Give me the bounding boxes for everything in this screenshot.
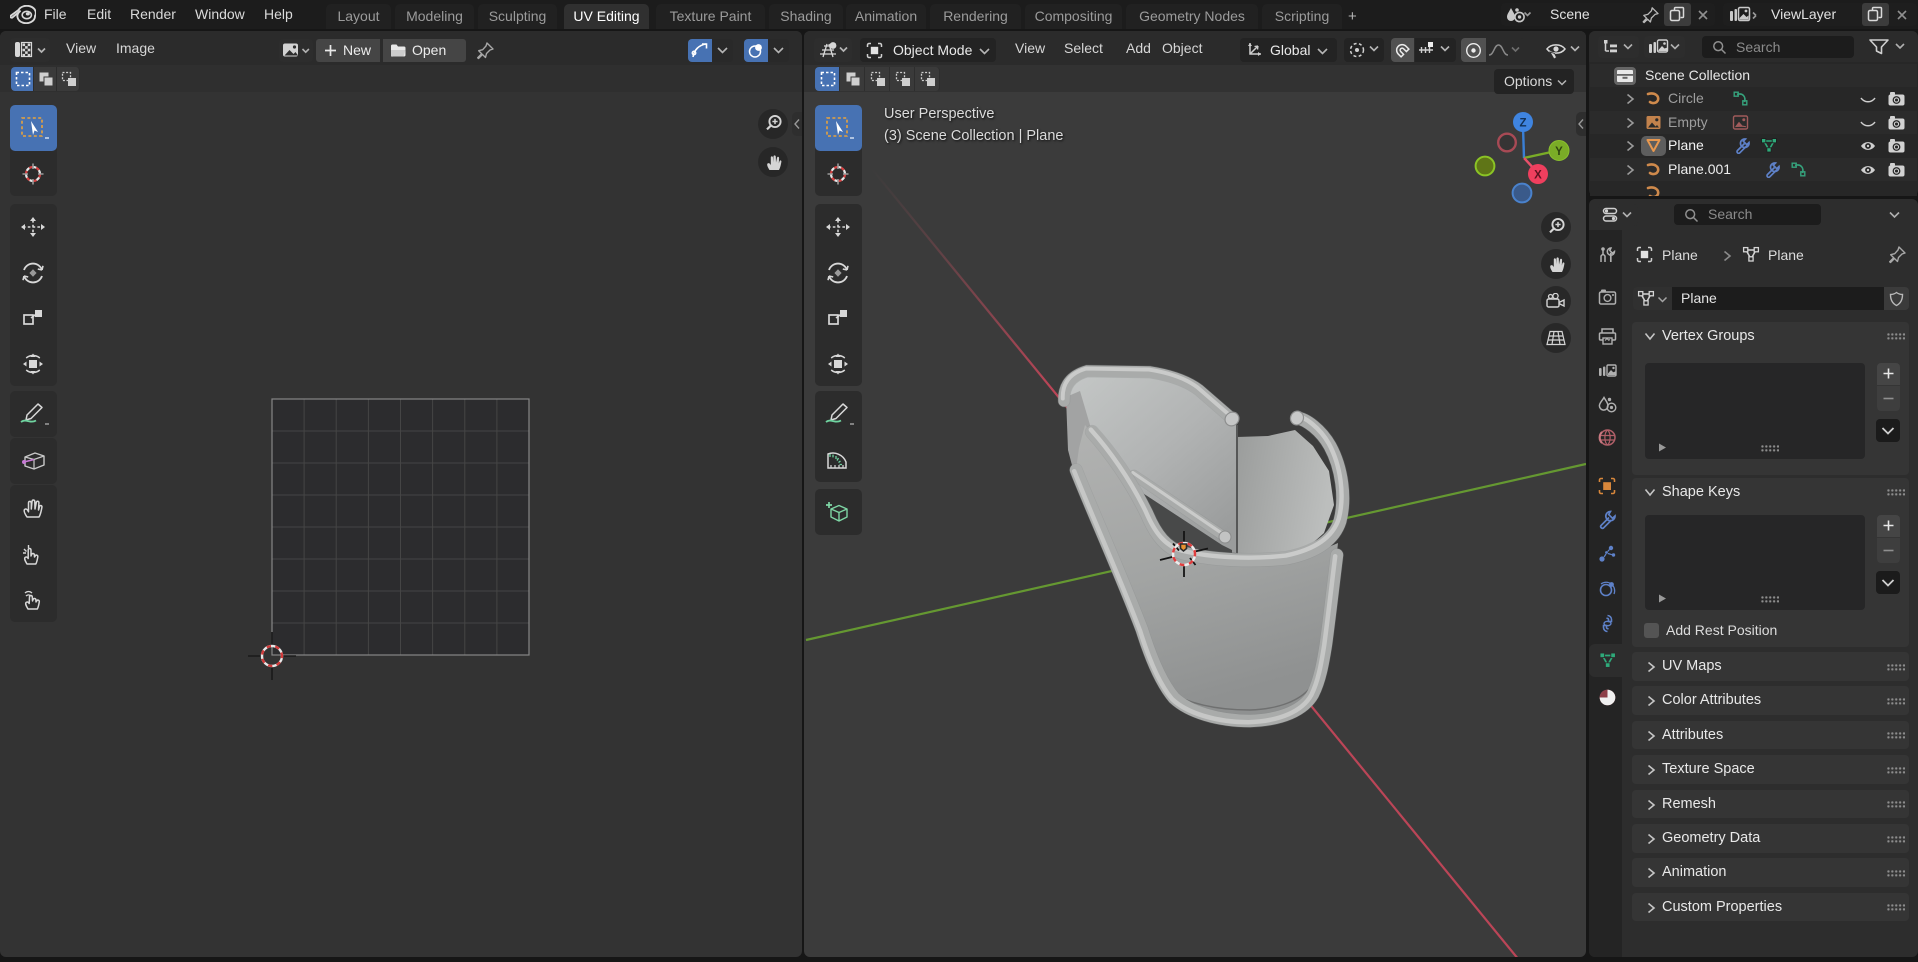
svg-text:Y: Y xyxy=(1555,146,1563,158)
svg-text:Z: Z xyxy=(1519,117,1526,129)
svg-text:X: X xyxy=(1534,169,1542,181)
